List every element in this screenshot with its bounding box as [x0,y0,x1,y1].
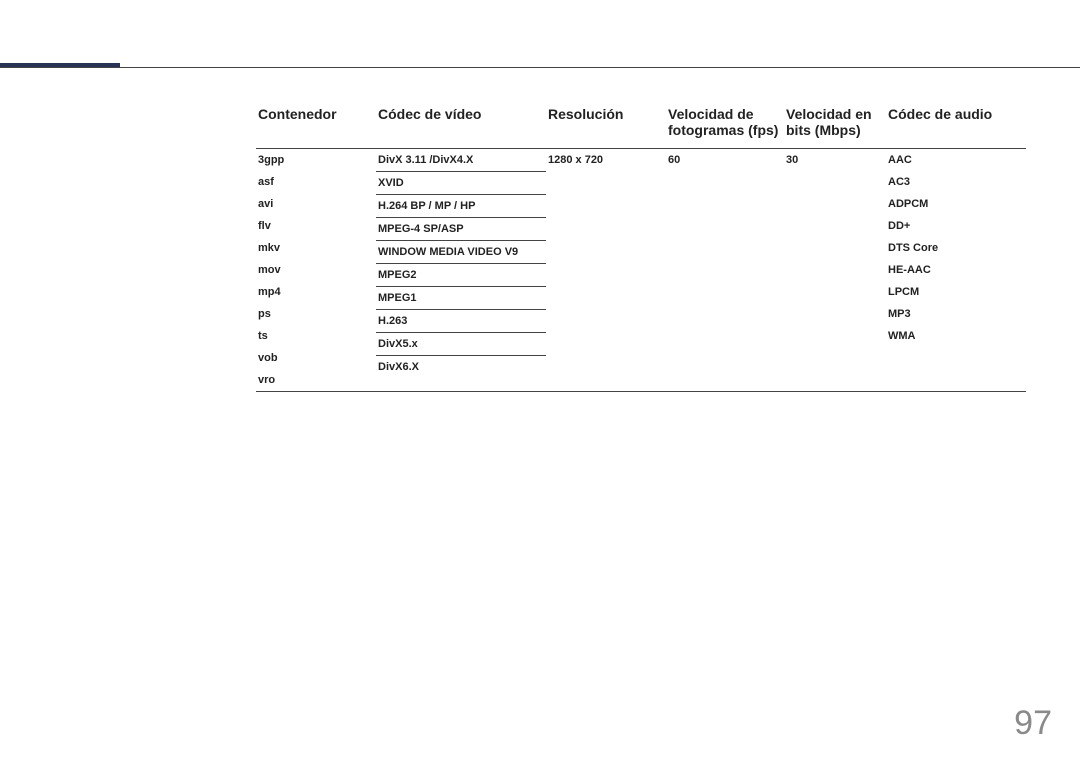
container-item: vob [256,347,376,369]
main-content: Contenedor Códec de vídeo Resolución Vel… [256,100,1026,392]
vcodec-item: MPEG2 [376,264,546,287]
container-item: ts [256,325,376,347]
th-resolucion: Resolución [546,100,666,149]
container-item: vro [256,369,376,391]
container-item: mkv [256,237,376,259]
th-codec-video: Códec de vídeo [376,100,546,149]
vcodec-item: MPEG1 [376,287,546,310]
container-item: avi [256,193,376,215]
acodec-item: AAC [886,149,1026,171]
acodec-item: ADPCM [886,193,1026,215]
container-item: asf [256,171,376,193]
mbps-value: 30 [784,149,886,171]
container-item: 3gpp [256,149,376,171]
container-item: mp4 [256,281,376,303]
acodec-item: MP3 [886,303,1026,325]
th-contenedor: Contenedor [256,100,376,149]
acodec-item: HE-AAC [886,259,1026,281]
resolution-value: 1280 x 720 [546,149,666,171]
vcodec-item: WINDOW MEDIA VIDEO V9 [376,241,546,264]
cell-containers: 3gpp asf avi flv mkv mov mp4 ps ts vob v… [256,149,376,392]
fps-value: 60 [666,149,784,171]
header-rule [0,67,1080,68]
codec-table: Contenedor Códec de vídeo Resolución Vel… [256,100,1026,392]
acodec-item: DTS Core [886,237,1026,259]
vcodec-item: H.263 [376,310,546,333]
th-mbps: Velocidad en bits (Mbps) [784,100,886,149]
vcodec-item: H.264 BP / MP / HP [376,195,546,218]
th-codec-audio: Códec de audio [886,100,1026,149]
cell-fps: 60 [666,149,784,392]
container-item: flv [256,215,376,237]
vcodec-item: XVID [376,172,546,195]
acodec-item: WMA [886,325,1026,347]
th-fps: Velocidad de fotogramas (fps) [666,100,784,149]
table-row: 3gpp asf avi flv mkv mov mp4 ps ts vob v… [256,149,1026,392]
cell-resolution: 1280 x 720 [546,149,666,392]
container-item: mov [256,259,376,281]
acodec-item: LPCM [886,281,1026,303]
vcodec-item: DivX 3.11 /DivX4.X [376,149,546,172]
vcodec-item: DivX6.X [376,356,546,378]
vcodec-item: MPEG-4 SP/ASP [376,218,546,241]
cell-acodecs: AAC AC3 ADPCM DD+ DTS Core HE-AAC LPCM M… [886,149,1026,392]
cell-vcodecs: DivX 3.11 /DivX4.X XVID H.264 BP / MP / … [376,149,546,392]
vcodec-item: DivX5.x [376,333,546,356]
container-item: ps [256,303,376,325]
acodec-item: DD+ [886,215,1026,237]
page-number: 97 [1014,704,1052,743]
cell-mbps: 30 [784,149,886,392]
acodec-item: AC3 [886,171,1026,193]
